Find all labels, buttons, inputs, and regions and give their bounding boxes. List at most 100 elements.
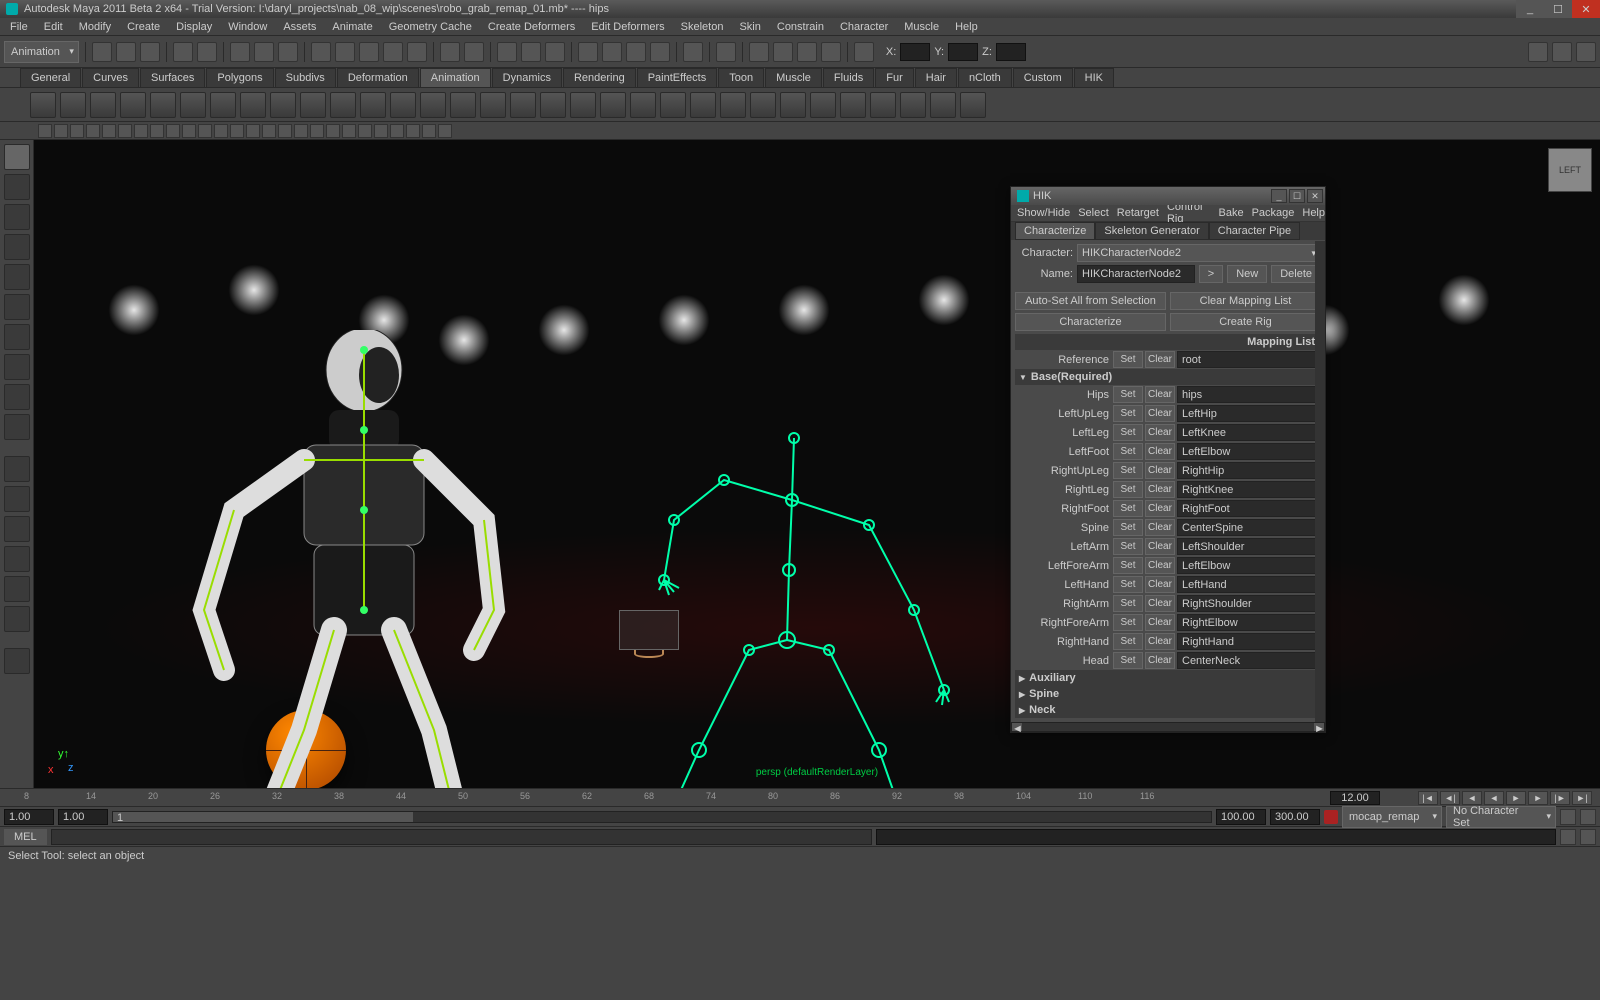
shelf-icon-2[interactable] bbox=[90, 92, 116, 118]
shelftab-rendering[interactable]: Rendering bbox=[563, 68, 636, 87]
shelftab-custom[interactable]: Custom bbox=[1013, 68, 1073, 87]
last-tool[interactable] bbox=[4, 414, 30, 440]
bone-clear-button[interactable]: Clear bbox=[1145, 481, 1175, 498]
transform-mode-icon[interactable] bbox=[854, 42, 874, 62]
panel-icon-16[interactable] bbox=[294, 124, 308, 138]
history-icon[interactable] bbox=[440, 42, 460, 62]
bone-value[interactable]: CenterSpine bbox=[1177, 519, 1317, 536]
bone-clear-button[interactable]: Clear bbox=[1145, 405, 1175, 422]
shelf-icon-17[interactable] bbox=[540, 92, 566, 118]
hik-titlebar[interactable]: HIK _ ☐ ✕ bbox=[1011, 187, 1325, 205]
shelf-icon-16[interactable] bbox=[510, 92, 536, 118]
panel-icon-0[interactable] bbox=[38, 124, 52, 138]
panel-icon-9[interactable] bbox=[182, 124, 196, 138]
shelf-icon-1[interactable] bbox=[60, 92, 86, 118]
range-start-anim[interactable]: 1.00 bbox=[4, 809, 54, 825]
lasso-tool[interactable] bbox=[4, 174, 30, 200]
shelftab-toon[interactable]: Toon bbox=[718, 68, 764, 87]
panel-icon-21[interactable] bbox=[374, 124, 388, 138]
base-section-header[interactable]: ▼Base(Required) bbox=[1015, 369, 1321, 385]
character-dropdown[interactable]: HIKCharacterNode2 bbox=[1077, 244, 1321, 262]
select-tool[interactable] bbox=[4, 144, 30, 170]
select-object-icon[interactable] bbox=[254, 42, 274, 62]
panel-icon-23[interactable] bbox=[406, 124, 420, 138]
panel-icon-3[interactable] bbox=[86, 124, 100, 138]
rotate-tool[interactable] bbox=[4, 264, 30, 290]
sidebar-toggle1-icon[interactable] bbox=[1528, 42, 1548, 62]
shelftab-fluids[interactable]: Fluids bbox=[823, 68, 874, 87]
bone-value[interactable]: CenterNeck bbox=[1177, 652, 1317, 669]
layout-icon[interactable] bbox=[716, 42, 736, 62]
bone-value[interactable]: LeftHip bbox=[1177, 405, 1317, 422]
render-icon[interactable] bbox=[497, 42, 517, 62]
aux-section-header[interactable]: ▶Auxiliary bbox=[1015, 670, 1321, 686]
bone-value[interactable]: hips bbox=[1177, 386, 1317, 403]
panel-icon-4[interactable] bbox=[102, 124, 116, 138]
hik-minimize-icon[interactable]: _ bbox=[1271, 189, 1287, 203]
new-scene-icon[interactable] bbox=[92, 42, 112, 62]
step-back-button[interactable]: ◄| bbox=[1440, 791, 1460, 805]
bone-set-button[interactable]: Set bbox=[1113, 462, 1143, 479]
shelf-icon-20[interactable] bbox=[630, 92, 656, 118]
shelf-icon-23[interactable] bbox=[720, 92, 746, 118]
shelf-icon-7[interactable] bbox=[240, 92, 266, 118]
bone-clear-button[interactable]: Clear bbox=[1145, 595, 1175, 612]
time-slider[interactable]: 8142026323844505662687480869298104110116… bbox=[0, 788, 1600, 806]
bone-clear-button[interactable]: Clear bbox=[1145, 633, 1175, 650]
rangesettings-icon[interactable] bbox=[1560, 809, 1576, 825]
history-off-icon[interactable] bbox=[464, 42, 484, 62]
hikmenu-bake[interactable]: Bake bbox=[1218, 207, 1243, 219]
hikmenu-select[interactable]: Select bbox=[1078, 207, 1109, 219]
shelf-icon-30[interactable] bbox=[930, 92, 956, 118]
bone-value[interactable]: LeftHand bbox=[1177, 576, 1317, 593]
layout-three-icon[interactable] bbox=[4, 546, 30, 572]
panel-icon-19[interactable] bbox=[342, 124, 356, 138]
bone-clear-button[interactable]: Clear bbox=[1145, 557, 1175, 574]
name-input[interactable]: HIKCharacterNode2 bbox=[1077, 265, 1195, 283]
panel-icon-14[interactable] bbox=[262, 124, 276, 138]
autokey-icon[interactable] bbox=[1324, 810, 1338, 824]
neck-section-header[interactable]: ▶Neck bbox=[1015, 702, 1321, 718]
toggle4-icon[interactable] bbox=[821, 42, 841, 62]
name-go-button[interactable]: > bbox=[1199, 265, 1223, 283]
manip-tool[interactable] bbox=[4, 324, 30, 350]
bone-value[interactable]: LeftKnee bbox=[1177, 424, 1317, 441]
delete-button[interactable]: Delete bbox=[1271, 265, 1321, 283]
hikmenu-show-hide[interactable]: Show/Hide bbox=[1017, 207, 1070, 219]
hik-vscrollbar[interactable] bbox=[1315, 241, 1325, 722]
view-cube[interactable]: LEFT bbox=[1548, 148, 1592, 192]
bone-value[interactable]: RightElbow bbox=[1177, 614, 1317, 631]
shelf-icon-13[interactable] bbox=[420, 92, 446, 118]
shelftab-polygons[interactable]: Polygons bbox=[206, 68, 273, 87]
close-button[interactable]: ✕ bbox=[1572, 0, 1600, 18]
bone-clear-button[interactable]: Clear bbox=[1145, 519, 1175, 536]
range-thumb[interactable]: 1 bbox=[113, 812, 413, 822]
prev-key-button[interactable]: ◄ bbox=[1462, 791, 1482, 805]
bone-set-button[interactable]: Set bbox=[1113, 614, 1143, 631]
menu-edit[interactable]: Edit bbox=[38, 21, 69, 33]
bone-clear-button[interactable]: Clear bbox=[1145, 462, 1175, 479]
shelftab-deformation[interactable]: Deformation bbox=[337, 68, 419, 87]
bone-clear-button[interactable]: Clear bbox=[1145, 424, 1175, 441]
panel-icon-22[interactable] bbox=[390, 124, 404, 138]
panel-icon-15[interactable] bbox=[278, 124, 292, 138]
shelftab-surfaces[interactable]: Surfaces bbox=[140, 68, 205, 87]
bone-clear-button[interactable]: Clear bbox=[1145, 538, 1175, 555]
layout-persp-icon[interactable] bbox=[4, 576, 30, 602]
shelf-icon-19[interactable] bbox=[600, 92, 626, 118]
bone-set-button[interactable]: Set bbox=[1113, 557, 1143, 574]
paint-select-tool[interactable] bbox=[4, 204, 30, 230]
bone-set-button[interactable]: Set bbox=[1113, 443, 1143, 460]
shelf-icon-10[interactable] bbox=[330, 92, 356, 118]
hik-close-icon[interactable]: ✕ bbox=[1307, 189, 1323, 203]
menu-display[interactable]: Display bbox=[170, 21, 218, 33]
snap-view-icon[interactable] bbox=[407, 42, 427, 62]
shelf-icon-14[interactable] bbox=[450, 92, 476, 118]
open-scene-icon[interactable] bbox=[116, 42, 136, 62]
select-hierarchy-icon[interactable] bbox=[230, 42, 250, 62]
panel-icon-12[interactable] bbox=[230, 124, 244, 138]
menu-muscle[interactable]: Muscle bbox=[898, 21, 945, 33]
help-icon[interactable] bbox=[1580, 829, 1596, 845]
hiktab-skeleton-generator[interactable]: Skeleton Generator bbox=[1095, 222, 1208, 240]
input-connection-icon[interactable] bbox=[578, 42, 598, 62]
